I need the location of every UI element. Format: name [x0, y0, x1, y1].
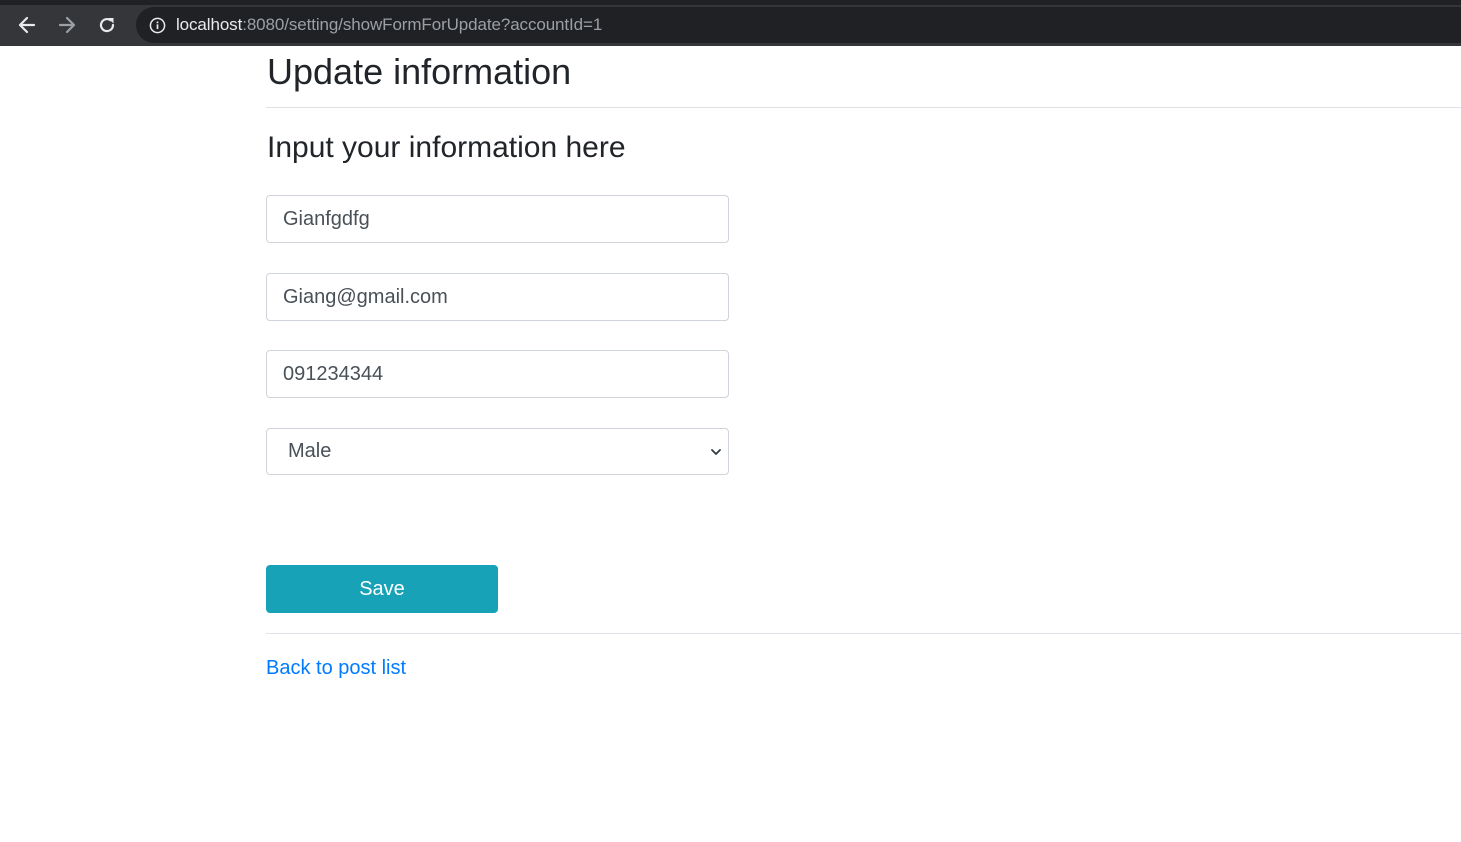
address-bar[interactable]: localhost:8080/setting/showFormForUpdate…	[136, 7, 1461, 43]
url-path: :8080/setting/showFormForUpdate?accountI…	[242, 15, 603, 34]
reload-button[interactable]	[92, 10, 122, 40]
arrow-right-icon	[58, 16, 76, 34]
back-to-post-list-link[interactable]: Back to post list	[266, 657, 406, 680]
divider-bottom	[266, 633, 1461, 634]
url-text[interactable]: localhost:8080/setting/showFormForUpdate…	[176, 15, 602, 35]
page-title: Update information	[267, 51, 572, 92]
gender-selected-value: Male	[288, 440, 332, 462]
phone-input[interactable]	[266, 350, 729, 398]
section-title: Input your information here	[267, 131, 626, 164]
divider-top	[266, 107, 1461, 108]
gender-select[interactable]: Male	[266, 428, 729, 475]
url-host: localhost	[176, 15, 243, 34]
reload-icon	[99, 17, 115, 33]
back-button[interactable]	[12, 10, 42, 40]
arrow-left-icon	[18, 16, 36, 34]
name-input[interactable]	[266, 195, 729, 243]
forward-button[interactable]	[52, 10, 82, 40]
save-button[interactable]: Save	[266, 565, 498, 613]
browser-toolbar: localhost:8080/setting/showFormForUpdate…	[0, 0, 1461, 46]
chevron-down-icon	[711, 449, 721, 455]
info-circle-icon[interactable]	[148, 16, 166, 34]
email-input[interactable]	[266, 273, 729, 321]
